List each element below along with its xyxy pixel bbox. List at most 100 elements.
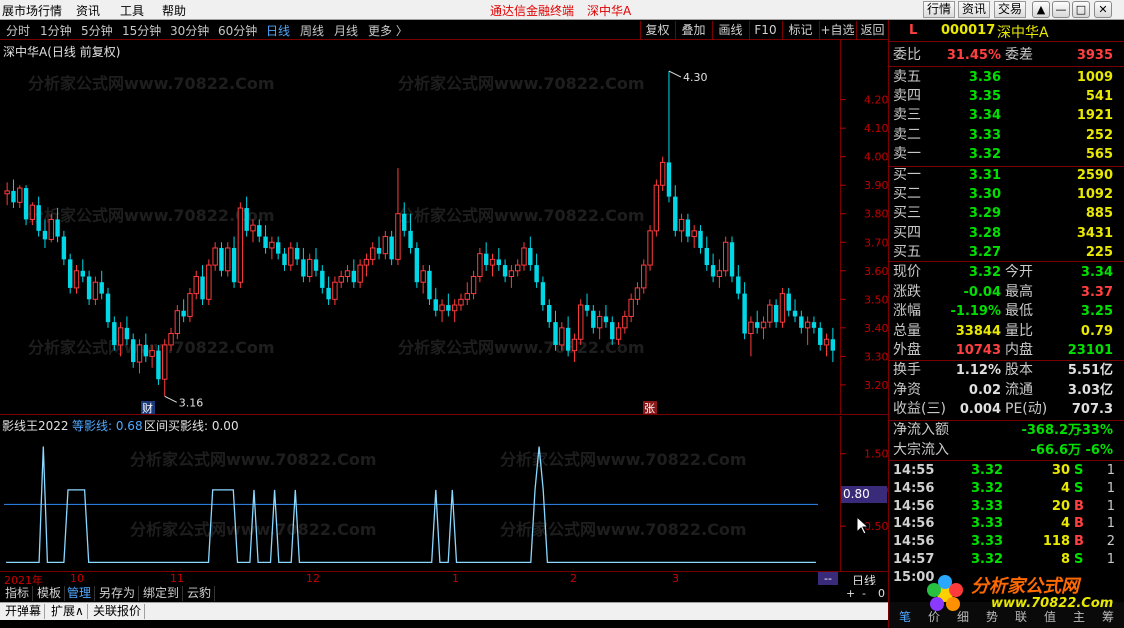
collapse-icon[interactable]: ▲	[1032, 1, 1050, 18]
candle-body	[105, 293, 111, 323]
tab-bind-to[interactable]: 绑定到	[140, 586, 184, 601]
period-5min[interactable]: 5分钟	[81, 22, 113, 39]
candle-body	[181, 310, 186, 317]
asks-row[interactable]: 卖三 3.34 1921	[889, 106, 1124, 125]
axis-corner-button[interactable]: --	[818, 572, 838, 586]
bids-row[interactable]: 买四 3.28 3431	[889, 224, 1124, 243]
menu-help[interactable]: 帮助	[162, 2, 186, 19]
candle-body	[615, 327, 622, 340]
period-30min[interactable]: 30分钟	[170, 22, 209, 39]
tab-manage[interactable]: 管理	[64, 586, 96, 601]
candle-body	[736, 276, 741, 294]
candle-body	[414, 247, 420, 283]
candle-body	[219, 247, 224, 271]
nav-quotes-button[interactable]: 行情	[923, 1, 955, 18]
period-monthly[interactable]: 月线	[334, 22, 358, 39]
asks-row[interactable]: 卖四 3.35 541	[889, 87, 1124, 106]
candle-body	[395, 213, 401, 260]
tab-template[interactable]: 模板	[34, 586, 66, 601]
candle-body	[36, 205, 41, 231]
candle-body	[250, 224, 256, 232]
main-chart-panel[interactable]: 分析家公式网www.70822.Com 分析家公式网www.70822.Com …	[0, 40, 888, 415]
menu-news[interactable]: 资讯	[76, 2, 100, 19]
logo-url: www.70822.Com	[991, 596, 1114, 611]
mark-button[interactable]: 标记	[782, 21, 818, 39]
candle-body	[344, 270, 351, 277]
tick-row: 14:55 3.32 30 S 1	[893, 463, 1115, 478]
stat-row: 总量 33844 量比 0.79	[893, 322, 1113, 339]
logo-text: 分析家公式网	[971, 576, 1079, 597]
nav-news-button[interactable]: 资讯	[958, 1, 990, 18]
f10-button[interactable]: F10	[749, 21, 781, 39]
candle-body	[704, 247, 709, 266]
candle-body	[117, 327, 124, 346]
tab-cloud[interactable]: 云豹	[184, 586, 216, 601]
candle-body	[212, 247, 218, 266]
candle-body	[659, 161, 666, 186]
back-button[interactable]: 返回	[856, 21, 888, 39]
period-more[interactable]: 更多 〉	[368, 22, 408, 39]
zoom-in-button[interactable]: +	[846, 587, 855, 600]
minimize-icon[interactable]: —	[1052, 1, 1070, 18]
candlestick-chart: 4.20 4.10 4.00 3.90 3.80 3.70 3.60 3.50 3.40 3.30…	[4, 70, 888, 415]
candle-body	[477, 253, 483, 277]
tab-indicator[interactable]: 指标	[2, 586, 34, 601]
candle-body	[149, 350, 155, 357]
app-stock-title: 深中华A	[587, 4, 632, 18]
candle-body	[786, 293, 791, 311]
y-tick-label: 3.80	[864, 208, 888, 221]
expand-button[interactable]: 扩展∧	[48, 604, 88, 619]
candle-body	[634, 287, 641, 300]
weibi-row: 委比 31.45% 委差 3935	[893, 47, 1113, 63]
candle-body	[830, 339, 836, 351]
candle-body	[294, 247, 300, 260]
candle-body	[231, 247, 237, 283]
candle-body	[446, 305, 451, 311]
period-1min[interactable]: 1分钟	[40, 22, 72, 39]
candle-body	[610, 322, 615, 340]
candle-body	[17, 187, 23, 203]
candle-body	[496, 259, 501, 266]
close-icon[interactable]: ✕	[1094, 1, 1112, 18]
maximize-icon[interactable]: □	[1072, 1, 1090, 18]
candle-body	[67, 259, 73, 288]
tick-tab[interactable]: 笔	[899, 608, 911, 625]
tab-save-as[interactable]: 另存为	[96, 586, 140, 601]
asks-row[interactable]: 卖二 3.33 252	[889, 126, 1124, 145]
adjust-button[interactable]: 复权	[640, 21, 674, 39]
bids-row[interactable]: 买五 3.27 225	[889, 243, 1124, 262]
candle-body	[376, 247, 382, 254]
period-intraday[interactable]: 分时	[6, 22, 30, 39]
tick-row: 14:56 3.33 20 B 1	[893, 498, 1115, 514]
draw-button[interactable]: 画线	[712, 21, 748, 39]
add-watchlist-button[interactable]: +自选	[819, 21, 855, 39]
candle-body	[112, 322, 117, 345]
nav-trade-button[interactable]: 交易	[994, 1, 1026, 18]
candle-body	[553, 322, 558, 345]
bids-row[interactable]: 买二 3.30 1092	[889, 185, 1124, 204]
period-60min[interactable]: 60分钟	[218, 22, 257, 39]
open-danmaku-button[interactable]: 开弹幕	[2, 604, 46, 619]
bids-row[interactable]: 买一 3.31 2590	[889, 166, 1124, 185]
candle-body	[779, 293, 786, 323]
candle-body	[382, 236, 389, 255]
related-quotes-button[interactable]: 关联报价	[90, 604, 146, 619]
period-15min[interactable]: 15分钟	[122, 22, 161, 39]
candle-body	[628, 298, 634, 317]
period-daily[interactable]: 日线	[266, 22, 290, 39]
menu-tools[interactable]: 工具	[120, 2, 144, 19]
fundamental-row: 收益(三) 0.004 PE(动) 707.3	[893, 401, 1113, 418]
zoom-out-button[interactable]: -	[862, 587, 866, 600]
candle-body	[547, 305, 552, 323]
zoom-reset-button[interactable]: 0	[878, 587, 885, 600]
asks-row[interactable]: 卖一 3.32 565	[889, 145, 1124, 164]
candle-body	[282, 253, 287, 266]
menu-market[interactable]: 展市场行情	[2, 2, 62, 19]
overlay-button[interactable]: 叠加	[675, 21, 711, 39]
bids-row[interactable]: 买三 3.29 885	[889, 204, 1124, 223]
asks-row[interactable]: 卖五 3.36 1009	[889, 68, 1124, 87]
period-weekly[interactable]: 周线	[300, 22, 324, 39]
candle-body	[269, 241, 275, 249]
candle-body	[811, 322, 817, 328]
indicator-panel[interactable]: 分析家公式网www.70822.Com 分析家公式网www.70822.Com …	[0, 416, 888, 571]
